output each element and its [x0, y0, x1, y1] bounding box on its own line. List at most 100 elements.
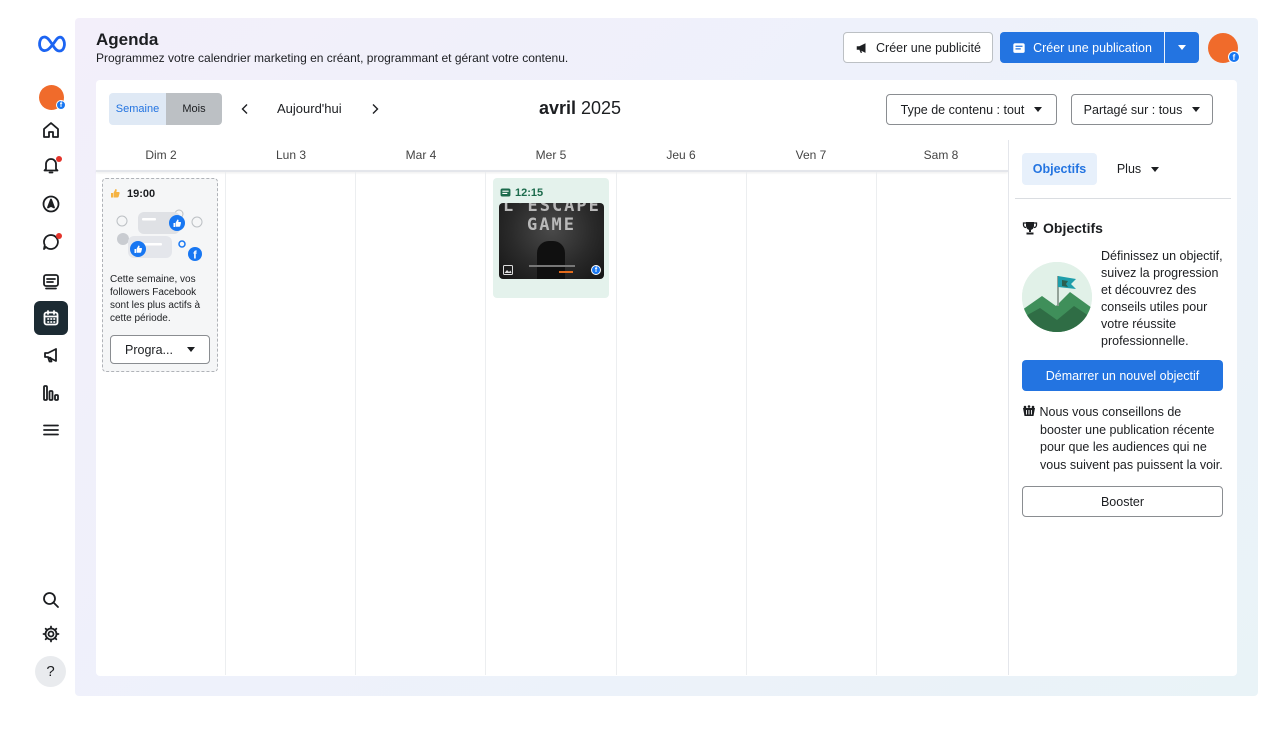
message-dot	[56, 233, 62, 239]
prev-button[interactable]	[234, 98, 256, 120]
column-divider	[485, 172, 486, 675]
year-label: 2025	[581, 98, 622, 118]
tab-objectives[interactable]: Objectifs	[1022, 153, 1097, 185]
megaphone-icon	[856, 42, 866, 53]
boost-button[interactable]: Booster	[1022, 486, 1223, 517]
image-caption-accent	[559, 271, 573, 273]
page-subtitle: Programmez votre calendrier marketing en…	[96, 51, 569, 65]
thumbs-up-icon	[111, 189, 120, 198]
objectives-title: Objectifs	[1043, 220, 1103, 236]
chevron-left-icon	[241, 104, 248, 114]
day-header: Jeu 6	[666, 148, 696, 162]
view-toggle: Semaine Mois	[109, 93, 222, 125]
month-name: avril	[538, 98, 576, 118]
objectives-illustration	[1022, 262, 1092, 332]
post-time: 12:15	[515, 187, 544, 199]
post-thumbnail[interactable]: L'ESCAPE GAME f	[499, 203, 604, 279]
next-button[interactable]	[364, 98, 386, 120]
sidebar: f ?	[0, 0, 75, 734]
content-type-label: Type de contenu : tout	[900, 102, 1025, 117]
chevron-down-icon	[1178, 45, 1186, 50]
boost-icon	[1023, 405, 1035, 416]
facebook-badge-icon: f	[1228, 51, 1240, 63]
column-divider	[876, 172, 877, 675]
boost-line-rest: booster une publication récente pour que…	[1040, 422, 1223, 472]
column-divider	[616, 172, 617, 675]
month-title: avril 2025	[500, 98, 660, 119]
megaphone-icon	[44, 348, 57, 363]
sidebar-item-search[interactable]	[34, 583, 68, 617]
content-type-dropdown[interactable]: Type de contenu : tout	[886, 94, 1057, 125]
sidebar-item-messages[interactable]	[34, 225, 68, 259]
chevron-down-icon	[186, 347, 195, 352]
objectives-heading: Objectifs	[1022, 220, 1103, 236]
page-title: Agenda	[96, 30, 159, 49]
chevron-down-icon	[1151, 166, 1160, 172]
create-post-button[interactable]: Créer une publication	[1000, 32, 1164, 63]
post-icon	[1013, 42, 1025, 53]
facebook-badge-icon: f	[591, 265, 601, 275]
day-header: Lun 3	[275, 148, 307, 162]
day-header-divider	[96, 170, 1008, 172]
shared-on-label: Partagé sur : tous	[1083, 102, 1183, 117]
bar-chart-icon	[43, 385, 59, 401]
image-caption-bar	[529, 265, 575, 267]
compass-icon	[42, 195, 60, 213]
notification-dot	[56, 156, 62, 162]
facebook-badge-icon: f	[56, 100, 66, 110]
figure-silhouette	[537, 241, 565, 279]
chevron-right-icon	[372, 104, 379, 114]
trophy-icon	[1022, 222, 1038, 235]
mountain-flag-icon	[1022, 262, 1092, 332]
column-divider	[746, 172, 747, 675]
boost-recommendation: Nous vous conseillons de booster une pub…	[1022, 404, 1228, 474]
day-header: Mar 4	[405, 148, 437, 162]
sidebar-item-notifications[interactable]	[34, 148, 68, 182]
meta-logo-icon	[38, 35, 66, 53]
chevron-down-icon	[1034, 107, 1043, 112]
search-icon	[43, 592, 59, 608]
calendar-icon	[43, 310, 59, 326]
column-divider	[225, 172, 226, 675]
content-icon	[43, 274, 59, 290]
start-objective-button[interactable]: Démarrer un nouvel objectif	[1022, 360, 1223, 391]
gear-icon	[42, 625, 60, 643]
day-header: Ven 7	[795, 148, 827, 162]
sidebar-item-settings[interactable]	[34, 617, 68, 651]
svg-text:f: f	[193, 250, 197, 262]
month-view-button[interactable]: Mois	[166, 93, 222, 125]
right-panel-tab-divider	[1015, 198, 1231, 199]
right-panel-divider	[1008, 140, 1009, 675]
post-image-text: L'ESCAPE GAME	[503, 203, 601, 235]
schedule-dropdown-button[interactable]: Progra...	[110, 335, 210, 364]
tab-more-label: Plus	[1116, 162, 1142, 176]
create-ad-button[interactable]: Créer une publicité	[843, 32, 993, 63]
day-header: Dim 2	[145, 148, 177, 162]
sidebar-item-compass[interactable]	[34, 187, 68, 221]
shared-on-dropdown[interactable]: Partagé sur : tous	[1071, 94, 1213, 125]
boost-line-1: Nous vous conseillons de	[1039, 405, 1182, 419]
column-divider	[355, 172, 356, 675]
meta-logo[interactable]	[37, 34, 67, 56]
suggestion-time: 19:00	[127, 188, 156, 200]
home-icon	[43, 122, 59, 138]
sidebar-item-help[interactable]: ?	[35, 656, 66, 687]
chevron-down-icon	[1192, 107, 1201, 112]
sidebar-item-menu[interactable]	[34, 413, 68, 447]
sidebar-item-planner[interactable]	[34, 301, 68, 335]
today-button[interactable]: Aujourd'hui	[277, 101, 342, 116]
day-header: Mer 5	[535, 148, 567, 162]
create-ad-label: Créer une publicité	[876, 40, 981, 55]
sidebar-item-ads[interactable]	[34, 338, 68, 372]
objectives-description: Définissez un objectif, suivez la progre…	[1101, 249, 1223, 348]
schedule-label: Progra...	[125, 342, 173, 357]
help-icon: ?	[46, 663, 55, 680]
sidebar-item-home[interactable]	[34, 113, 68, 147]
create-post-label: Créer une publication	[1033, 40, 1152, 55]
sidebar-item-insights[interactable]	[34, 376, 68, 410]
tab-more[interactable]: Plus	[1108, 153, 1168, 185]
create-post-dropdown[interactable]	[1165, 32, 1199, 63]
week-view-button[interactable]: Semaine	[109, 93, 166, 125]
sidebar-item-content[interactable]	[34, 264, 68, 298]
day-header: Sam 8	[923, 148, 959, 162]
